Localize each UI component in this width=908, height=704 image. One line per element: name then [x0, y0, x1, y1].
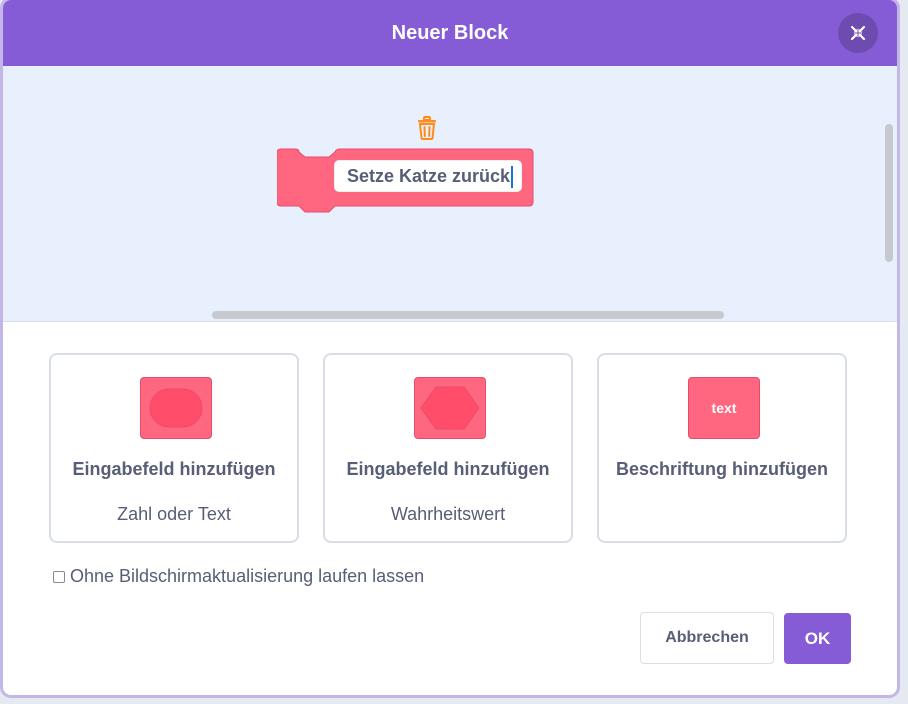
block-name-text: Setze Katze zurück: [347, 166, 511, 186]
new-block-dialog: Neuer Block Setze Katze zurück Eingabefe…: [3, 0, 897, 695]
option-title: Eingabefeld hinzufügen: [346, 459, 550, 479]
text-label-icon: text: [688, 377, 760, 439]
option-title: Beschriftung hinzufügen: [616, 459, 828, 479]
close-button[interactable]: [838, 13, 878, 53]
rounded-input-shape: [149, 388, 203, 428]
option-subtitle: Wahrheitswert: [390, 504, 506, 524]
option-subtitle: Zahl oder Text: [117, 504, 231, 524]
hexagon-input-icon: [414, 377, 486, 439]
checkbox-box[interactable]: [53, 570, 65, 583]
text-label-icon-text: text: [711, 400, 737, 416]
shrink-arrows-icon: [850, 25, 866, 41]
text-caret: [511, 166, 514, 189]
add-input-boolean-button[interactable]: Eingabefeld hinzufügen Wahrheitswert: [323, 353, 573, 543]
block-workspace: Setze Katze zurück: [3, 66, 897, 322]
cancel-button[interactable]: Abbrechen: [640, 612, 774, 664]
add-input-number-text-button[interactable]: Eingabefeld hinzufügen Zahl oder Text: [49, 353, 299, 543]
block-name-input[interactable]: Setze Katze zurück: [334, 160, 522, 192]
horizontal-scrollbar[interactable]: [212, 311, 724, 319]
dialog-header: Neuer Block: [3, 0, 897, 66]
run-without-refresh-checkbox[interactable]: Ohne Bildschirmaktualisierung laufen las…: [53, 566, 424, 587]
trash-icon[interactable]: [417, 116, 437, 140]
dialog-title: Neuer Block: [391, 21, 509, 44]
hexagon-input-shape: [420, 386, 480, 430]
rounded-input-icon: [140, 377, 212, 439]
ok-button[interactable]: OK: [784, 613, 851, 664]
add-label-button[interactable]: text Beschriftung hinzufügen: [597, 353, 847, 543]
checkbox-label: Ohne Bildschirmaktualisierung laufen las…: [70, 566, 425, 586]
option-title: Eingabefeld hinzufügen: [72, 459, 276, 479]
vertical-scrollbar[interactable]: [885, 124, 893, 262]
